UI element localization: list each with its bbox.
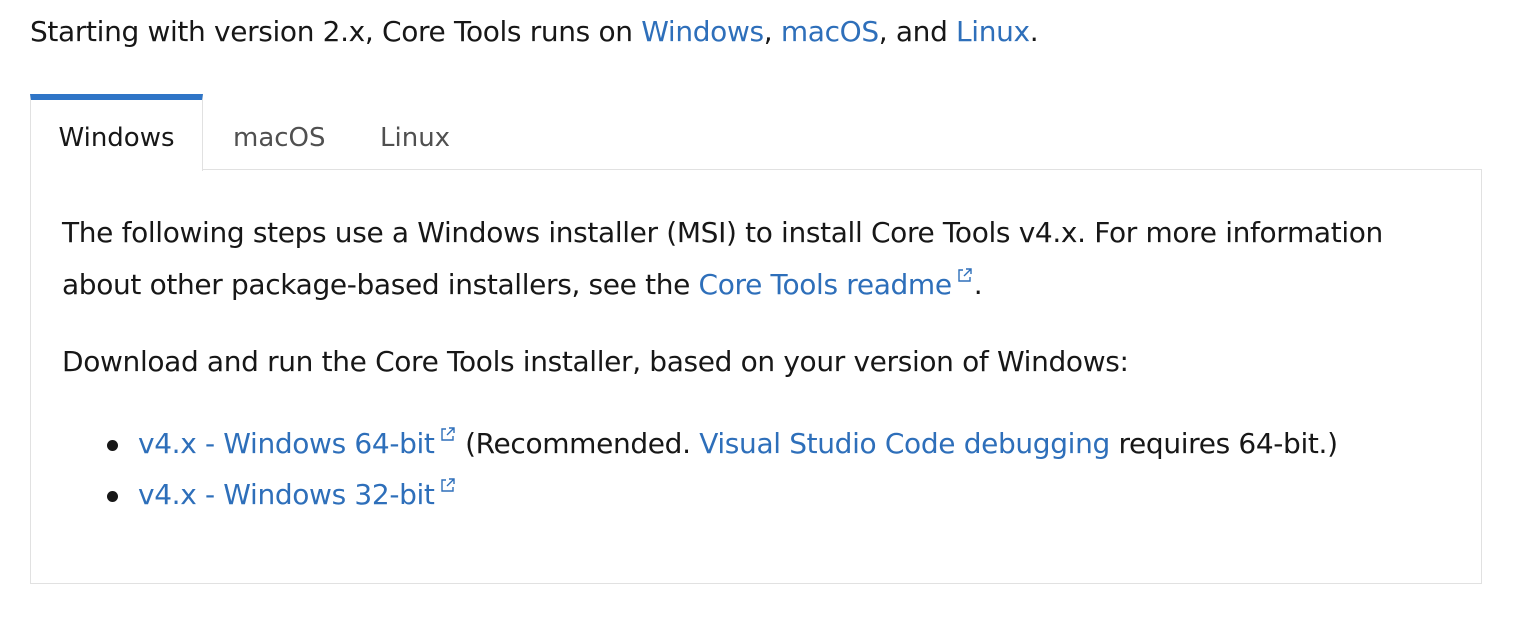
macos-link[interactable]: macOS xyxy=(781,15,879,48)
intro-text: Starting with version 2.x, Core Tools ru… xyxy=(30,12,1039,52)
os-tab-list: Windows macOS Linux xyxy=(30,94,630,171)
tab-macos[interactable]: macOS xyxy=(233,94,326,170)
windows-tab-panel: The following steps use a Windows instal… xyxy=(30,169,1482,584)
paragraph-line-2: about other package-based installers, se… xyxy=(62,259,1462,311)
external-link-icon xyxy=(439,476,457,494)
windows-link[interactable]: Windows xyxy=(641,15,764,48)
external-link-icon xyxy=(956,266,974,284)
paragraph-line-2-suffix: . xyxy=(973,268,983,301)
vscode-debugging-link[interactable]: Visual Studio Code debugging xyxy=(699,427,1110,460)
external-link-icon xyxy=(439,425,457,443)
download-list: v4.x - Windows 64-bit (Recommended. Visu… xyxy=(62,424,1338,526)
core-tools-readme-label: Core Tools readme xyxy=(698,268,953,301)
intro-separator-1: , xyxy=(763,15,781,48)
download-32bit-label: v4.x - Windows 32-bit xyxy=(138,478,435,511)
intro-prefix: Starting with version 2.x, Core Tools ru… xyxy=(30,15,642,48)
bullet-icon xyxy=(107,491,118,502)
download-32bit-link[interactable]: v4.x - Windows 32-bit xyxy=(138,478,457,511)
recommended-note-prefix: (Recommended. xyxy=(456,427,700,460)
download-64bit-label: v4.x - Windows 64-bit xyxy=(138,427,435,460)
installer-intro-paragraph: The following steps use a Windows instal… xyxy=(62,207,1462,311)
core-tools-readme-link[interactable]: Core Tools readme xyxy=(699,268,974,301)
list-item: v4.x - Windows 64-bit (Recommended. Visu… xyxy=(62,424,1338,475)
paragraph-line-2-prefix: about other package-based installers, se… xyxy=(62,268,699,301)
paragraph-line-1: The following steps use a Windows instal… xyxy=(62,216,1383,249)
tab-linux[interactable]: Linux xyxy=(380,94,450,170)
intro-suffix: . xyxy=(1029,15,1039,48)
download-instructions: Download and run the Core Tools installe… xyxy=(62,345,1129,378)
list-item: v4.x - Windows 32-bit xyxy=(62,475,1338,526)
linux-link[interactable]: Linux xyxy=(956,15,1030,48)
tab-windows[interactable]: Windows xyxy=(30,94,203,171)
download-64bit-link[interactable]: v4.x - Windows 64-bit xyxy=(138,427,457,460)
bullet-icon xyxy=(107,440,118,451)
intro-separator-2: , and xyxy=(878,15,957,48)
recommended-note-suffix: requires 64-bit.) xyxy=(1109,427,1338,460)
